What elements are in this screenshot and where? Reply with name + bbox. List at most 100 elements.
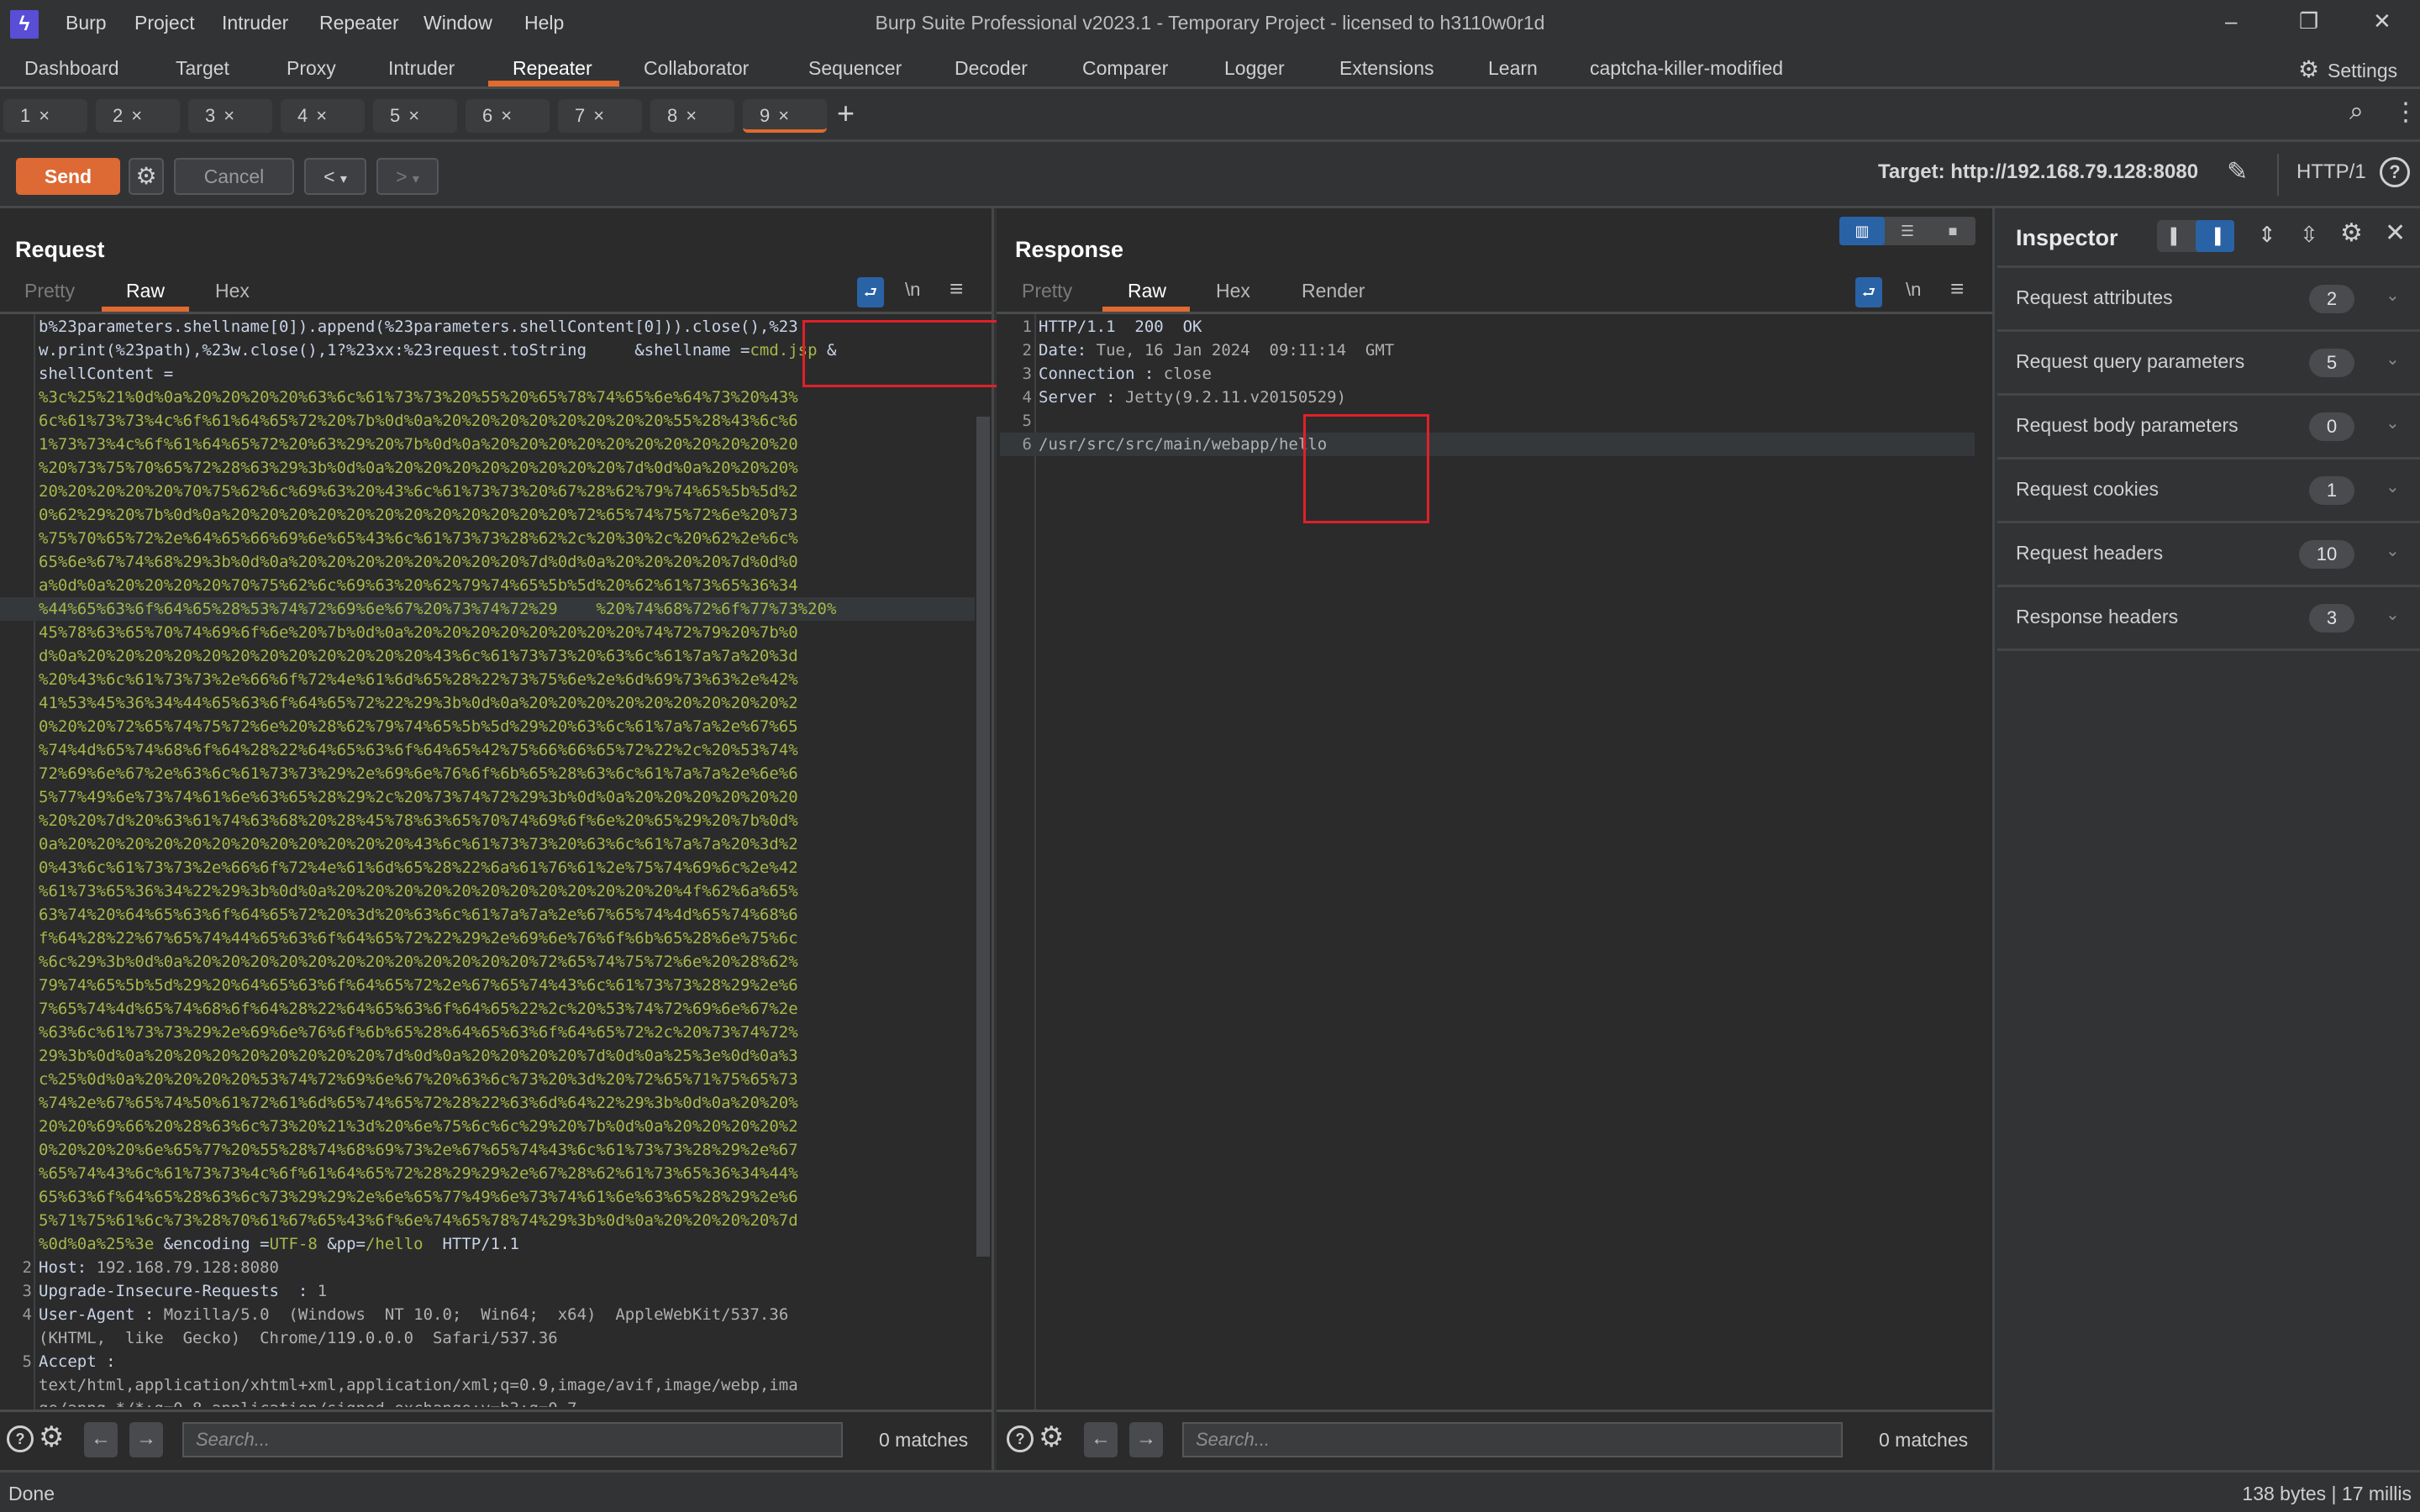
request-line[interactable]: 41%53%45%36%34%44%65%63%6f%64%65%72%22%2… <box>0 691 975 715</box>
tab-captcha-killer-modified[interactable]: captcha-killer-modified <box>1590 57 1783 80</box>
request-line[interactable]: 0%20%20%72%65%74%75%72%6e%20%28%62%79%74… <box>0 715 975 738</box>
layout-side-by-side-icon[interactable]: ▥ <box>1839 217 1885 245</box>
request-line[interactable]: d%0a%20%20%20%20%20%20%20%20%20%20%20%20… <box>0 644 975 668</box>
repeater-tab-8[interactable]: 8× <box>650 99 734 133</box>
chevron-down-icon[interactable]: ⌄ <box>2386 540 2400 561</box>
response-tab-raw[interactable]: Raw <box>1128 280 1166 302</box>
previous-match-button[interactable]: ← <box>84 1422 118 1457</box>
request-line[interactable]: %63%6c%61%73%73%29%2e%69%6e%76%6f%6b%65%… <box>0 1021 975 1044</box>
request-line[interactable]: a%0d%0a%20%20%20%20%70%75%62%6c%69%63%20… <box>0 574 975 597</box>
search-settings-gear-icon[interactable]: ⚙ <box>39 1420 64 1454</box>
edit-target-pencil-icon[interactable]: ✎ <box>2227 157 2248 186</box>
request-line[interactable]: 0%43%6c%61%73%73%2e%66%6f%72%4e%61%6d%65… <box>0 856 975 879</box>
tab-proxy[interactable]: Proxy <box>287 57 336 80</box>
help-icon[interactable]: ? <box>7 1425 34 1452</box>
tab-collaborator[interactable]: Collaborator <box>644 57 749 80</box>
help-icon[interactable]: ? <box>2380 157 2410 187</box>
request-line[interactable]: %20%20%7d%20%63%61%74%63%68%20%28%45%78%… <box>0 809 975 832</box>
response-tab-hex[interactable]: Hex <box>1216 280 1250 302</box>
request-tab-hex[interactable]: Hex <box>215 280 250 302</box>
repeater-tab-6[interactable]: 6× <box>466 99 550 133</box>
expand-all-icon[interactable]: ⇕ <box>2258 222 2276 248</box>
response-line[interactable]: 1 HTTP/1.1 200 OK <box>1000 315 1975 339</box>
request-line[interactable]: %44%65%63%6f%64%65%28%53%74%72%69%6e%67%… <box>0 597 975 621</box>
tab-sequencer[interactable]: Sequencer <box>808 57 902 80</box>
tab-repeater[interactable]: Repeater <box>513 57 592 80</box>
editor-menu-icon[interactable]: ≡ <box>1950 276 1964 302</box>
request-line[interactable]: %20%43%6c%61%73%73%2e%66%6f%72%4e%61%6d%… <box>0 668 975 691</box>
settings-gear-icon[interactable]: ⚙ <box>2298 55 2319 83</box>
tab-comparer[interactable]: Comparer <box>1082 57 1168 80</box>
request-line[interactable]: 1%73%73%4c%6f%61%64%65%72%20%63%29%20%7b… <box>0 433 975 456</box>
layout-tabs-icon[interactable]: ■ <box>1930 217 1975 245</box>
close-tab-icon[interactable]: × <box>778 105 797 126</box>
repeater-tab-9[interactable]: 9× <box>743 99 827 133</box>
previous-match-button[interactable]: ← <box>1084 1422 1118 1457</box>
response-line[interactable]: 2 Date: Tue, 16 Jan 2024 09:11:14 GMT <box>1000 339 1975 362</box>
request-line[interactable]: %0d%0a%25%3e &encoding =UTF-8 &pp=/hello… <box>0 1232 975 1256</box>
word-wrap-toggle-icon[interactable]: ⮐ <box>1855 277 1882 307</box>
request-line[interactable]: 63%74%20%64%65%63%6f%64%65%72%20%3d%20%6… <box>0 903 975 927</box>
layout-top-bottom-icon[interactable]: ☰ <box>1885 217 1930 245</box>
add-tab-button[interactable]: + <box>837 96 855 131</box>
show-newlines-toggle[interactable]: \n <box>1906 279 1921 301</box>
inspector-section-request-cookies[interactable]: Request cookies 1 ⌄ <box>1997 459 2420 523</box>
request-line[interactable]: 7%65%74%4d%65%74%68%6f%64%28%22%64%65%63… <box>0 997 975 1021</box>
request-editor[interactable]: b%23parameters.shellname[0]).append(%23p… <box>0 315 975 1407</box>
close-tab-icon[interactable]: × <box>39 105 58 126</box>
inspector-section-request-query-parameters[interactable]: Request query parameters 5 ⌄ <box>1997 332 2420 396</box>
tab-target[interactable]: Target <box>176 57 229 80</box>
close-inspector-icon[interactable]: ✕ <box>2385 218 2406 248</box>
chevron-down-icon[interactable]: ⌄ <box>2386 604 2400 625</box>
request-tab-pretty[interactable]: Pretty <box>24 280 75 302</box>
tab-intruder[interactable]: Intruder <box>388 57 455 80</box>
request-line[interactable]: %6c%29%3b%0d%0a%20%20%20%20%20%20%20%20%… <box>0 950 975 974</box>
inspector-section-request-body-parameters[interactable]: Request body parameters 0 ⌄ <box>1997 396 2420 459</box>
dock-left-icon[interactable]: ▌ <box>2157 220 2196 252</box>
tab-extensions[interactable]: Extensions <box>1339 57 1434 80</box>
tab-learn[interactable]: Learn <box>1488 57 1538 80</box>
request-line[interactable]: %74%2e%67%65%74%50%61%72%61%6d%65%74%65%… <box>0 1091 975 1115</box>
close-tab-icon[interactable]: × <box>316 105 335 126</box>
editor-menu-icon[interactable]: ≡ <box>950 276 963 302</box>
repeater-tab-2[interactable]: 2× <box>96 99 180 133</box>
back-button[interactable]: < ▾ <box>304 158 366 195</box>
request-line[interactable]: ge/apng,*/*;q=0.8,application/signed-exc… <box>0 1397 975 1407</box>
chevron-down-icon[interactable]: ⌄ <box>2386 412 2400 433</box>
tab-dashboard[interactable]: Dashboard <box>24 57 119 80</box>
request-line[interactable]: 65%6e%67%74%68%29%3b%0d%0a%20%20%20%20%2… <box>0 550 975 574</box>
request-line[interactable]: 45%78%63%65%70%74%69%6f%6e%20%7b%0d%0a%2… <box>0 621 975 644</box>
response-line[interactable]: 3 Connection : close <box>1000 362 1975 386</box>
request-line[interactable]: 6c%61%73%73%4c%6f%61%64%65%72%20%7b%0d%0… <box>0 409 975 433</box>
close-tab-icon[interactable]: × <box>686 105 705 126</box>
repeater-tab-5[interactable]: 5× <box>373 99 457 133</box>
repeater-tab-1[interactable]: 1× <box>3 99 87 133</box>
request-line[interactable]: %61%73%65%36%34%22%29%3b%0d%0a%20%20%20%… <box>0 879 975 903</box>
repeater-tab-3[interactable]: 3× <box>188 99 272 133</box>
request-line[interactable]: (KHTML, like Gecko) Chrome/119.0.0.0 Saf… <box>0 1326 975 1350</box>
dock-right-icon[interactable]: ▐ <box>2196 220 2234 252</box>
request-line[interactable]: 20%20%69%66%20%28%63%6c%73%20%21%3d%20%6… <box>0 1115 975 1138</box>
close-tab-icon[interactable]: × <box>224 105 243 126</box>
request-line[interactable]: %3c%25%21%0d%0a%20%20%20%20%63%6c%61%73%… <box>0 386 975 409</box>
inspector-section-request-attributes[interactable]: Request attributes 2 ⌄ <box>1997 268 2420 332</box>
search-settings-gear-icon[interactable]: ⚙ <box>1039 1420 1064 1454</box>
response-line[interactable]: 4 Server : Jetty(9.2.11.v20150529) <box>1000 386 1975 409</box>
word-wrap-toggle-icon[interactable]: ⮐ <box>857 277 884 307</box>
request-tab-raw[interactable]: Raw <box>126 280 165 302</box>
request-line[interactable]: %74%4d%65%74%68%6f%64%28%22%64%65%63%6f%… <box>0 738 975 762</box>
response-line[interactable]: 6/usr/src/src/main/webapp/hello <box>1000 433 1975 456</box>
chevron-down-icon[interactable]: ⌄ <box>2386 349 2400 370</box>
request-line[interactable]: 5 Accept : <box>0 1350 975 1373</box>
request-line[interactable]: text/html,application/xhtml+xml,applicat… <box>0 1373 975 1397</box>
close-tab-icon[interactable]: × <box>408 105 428 126</box>
request-line[interactable]: 4 User-Agent : Mozilla/5.0 (Windows NT 10… <box>0 1303 975 1326</box>
send-options-gear-icon[interactable]: ⚙ <box>129 158 164 195</box>
help-icon[interactable]: ? <box>1007 1425 1034 1452</box>
forward-button[interactable]: > ▾ <box>376 158 439 195</box>
response-tab-render[interactable]: Render <box>1302 280 1365 302</box>
send-button[interactable]: Send <box>16 158 120 195</box>
request-line[interactable]: 2 Host: 192.168.79.128:8080 <box>0 1256 975 1279</box>
tab-decoder[interactable]: Decoder <box>955 57 1028 80</box>
request-line[interactable]: 3 Upgrade-Insecure-Requests : 1 <box>0 1279 975 1303</box>
